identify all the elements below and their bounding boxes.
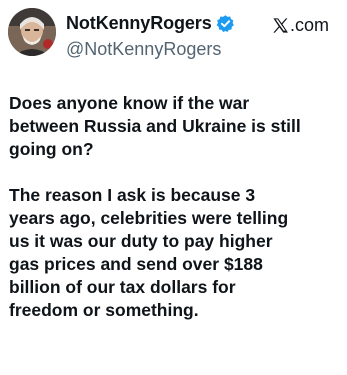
tweet-header: NotKennyRogers @NotKennyRogers .com	[0, 0, 347, 72]
tweet-text: Does anyone know if the war between Russ…	[9, 92, 341, 322]
tweet-paragraph: Does anyone know if the war between Russ…	[9, 93, 301, 159]
profile-photo	[8, 8, 56, 56]
x-logo-icon	[272, 17, 289, 34]
user-handle[interactable]: @NotKennyRogers	[66, 38, 221, 60]
verified-badge-icon	[216, 14, 235, 33]
avatar[interactable]	[8, 8, 56, 56]
display-name[interactable]: NotKennyRogers	[66, 12, 212, 34]
name-row: NotKennyRogers	[66, 12, 235, 34]
platform-label: .com	[272, 14, 329, 36]
tweet-paragraph: The reason I ask is because 3 years ago,…	[9, 185, 289, 320]
tweet-card: NotKennyRogers @NotKennyRogers .com Does…	[0, 0, 347, 375]
platform-domain: .com	[289, 15, 329, 35]
